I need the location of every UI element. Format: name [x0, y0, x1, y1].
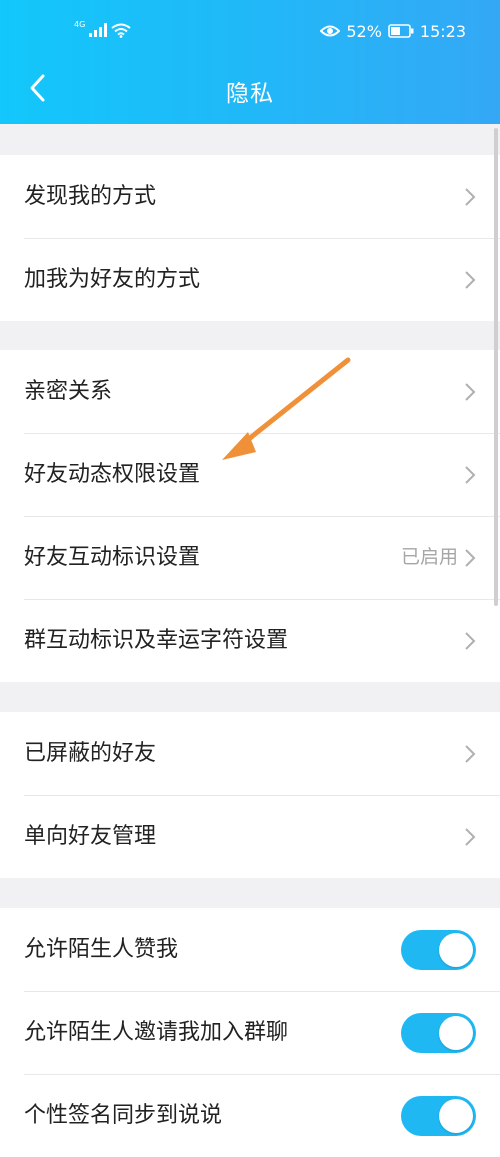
app-header: 4G 52% 15:23 隐私 [0, 0, 500, 124]
toggle-switch[interactable] [401, 1013, 476, 1053]
row-label: 好友互动标识设置 [24, 545, 201, 570]
status-right: 52% 15:23 [320, 20, 466, 42]
row-label: 好友动态权限设置 [24, 462, 201, 487]
row-label: 允许陌生人邀请我加入群聊 [24, 1020, 289, 1045]
row-status-value: 已启用 [400, 546, 458, 568]
toggle-switch[interactable] [401, 1096, 476, 1136]
battery-percent: 52% [346, 21, 382, 41]
settings-group-strangers: 允许陌生人赞我 允许陌生人邀请我加入群聊 个性签名同步到说说 [0, 908, 500, 1157]
row-one-way-friends[interactable]: 单向好友管理 [0, 795, 500, 878]
toggle-knob [439, 1099, 473, 1133]
row-label: 个性签名同步到说说 [24, 1103, 223, 1128]
row-add-friend-method[interactable]: 加我为好友的方式 [0, 238, 500, 321]
chevron-right-icon [465, 745, 476, 763]
settings-group-discovery: 发现我的方式 加我为好友的方式 [0, 155, 500, 321]
chevron-right-icon [465, 271, 476, 289]
toggle-knob [439, 933, 473, 967]
eye-icon [320, 25, 341, 37]
network-type: 4G [74, 20, 86, 29]
row-label: 已屏蔽的好友 [24, 741, 157, 766]
row-intimate-relations[interactable]: 亲密关系 [0, 350, 500, 433]
chevron-right-icon [465, 632, 476, 650]
row-label: 发现我的方式 [24, 184, 157, 209]
row-label: 群互动标识及幸运字符设置 [24, 628, 289, 653]
page-title: 隐私 [226, 81, 274, 107]
clock: 15:23 [419, 21, 466, 41]
row-label: 亲密关系 [24, 379, 113, 404]
row-label: 加我为好友的方式 [24, 267, 201, 292]
chevron-right-icon [465, 188, 476, 206]
row-friend-feed-permissions[interactable]: 好友动态权限设置 [0, 433, 500, 516]
battery-icon [388, 24, 414, 38]
row-allow-stranger-group-invite: 允许陌生人邀请我加入群聊 [0, 991, 500, 1074]
settings-group-friends: 亲密关系 好友动态权限设置 好友互动标识设置 已启用 群互动标识及幸运字符设置 [0, 350, 500, 682]
chevron-right-icon [465, 549, 476, 567]
row-allow-stranger-likes: 允许陌生人赞我 [0, 908, 500, 991]
status-bar: 4G 52% 15:23 [0, 0, 500, 62]
status-left: 4G [74, 19, 131, 41]
settings-group-blocked: 已屏蔽的好友 单向好友管理 [0, 712, 500, 878]
scrollbar[interactable] [494, 128, 498, 606]
row-label: 单向好友管理 [24, 824, 157, 849]
chevron-right-icon [465, 466, 476, 484]
row-friend-interaction-badge[interactable]: 好友互动标识设置 已启用 [0, 516, 500, 599]
chevron-right-icon [465, 828, 476, 846]
chevron-right-icon [465, 383, 476, 401]
signal-icon [89, 23, 108, 37]
toggle-knob [439, 1016, 473, 1050]
row-discover-me[interactable]: 发现我的方式 [0, 155, 500, 238]
row-label: 允许陌生人赞我 [24, 937, 179, 962]
wifi-icon [111, 23, 131, 38]
row-group-interaction-badge[interactable]: 群互动标识及幸运字符设置 [0, 599, 500, 682]
row-sync-signature: 个性签名同步到说说 [0, 1074, 500, 1157]
row-blocked-friends[interactable]: 已屏蔽的好友 [0, 712, 500, 795]
toggle-switch[interactable] [401, 930, 476, 970]
